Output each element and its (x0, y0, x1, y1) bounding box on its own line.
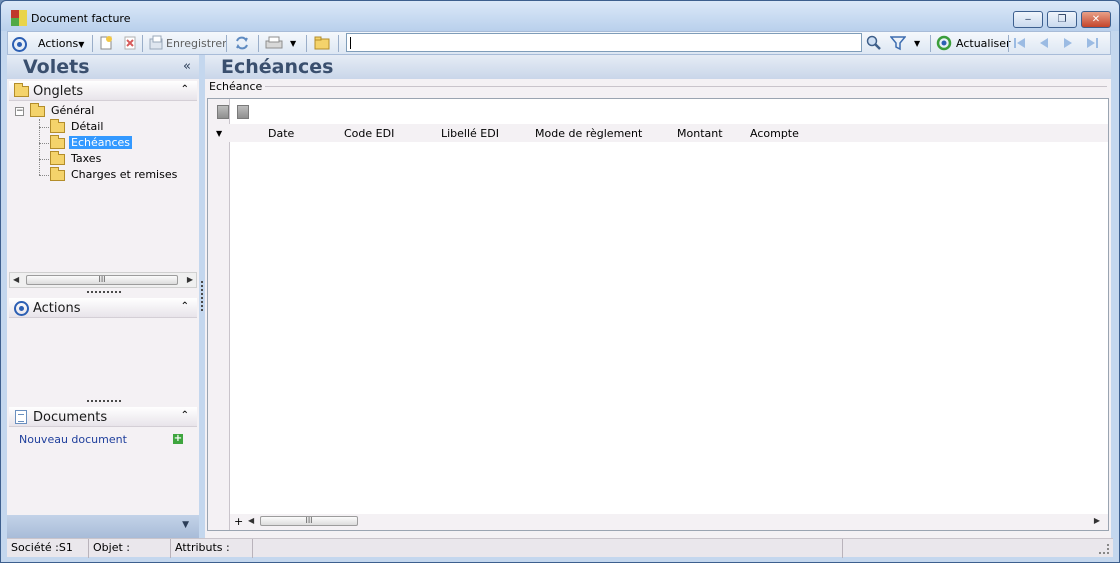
left-pane: Volets « Onglets ⌃ − Général Détail Eché… (7, 55, 199, 538)
collapse-section-icon[interactable]: ⌃ (181, 84, 189, 95)
open-folder-icon (50, 135, 65, 149)
resize-grip-icon[interactable] (1099, 544, 1109, 554)
window-title: Document facture (31, 12, 131, 25)
right-pane: Echéances Echéance ▼ Date Code EDI Libel… (205, 55, 1111, 538)
tree-root[interactable]: Général (51, 104, 94, 117)
chevron-down-icon[interactable]: ▼ (182, 520, 189, 530)
status-bar: Société :S1 Objet : Attributs : (7, 538, 1113, 558)
add-document-icon[interactable]: + (173, 434, 183, 444)
actions-label: Actions (38, 37, 79, 50)
collapse-pane-button[interactable]: « (183, 59, 191, 74)
scroll-right-icon[interactable]: ▶ (187, 275, 193, 284)
new-document-link[interactable]: Nouveau document (19, 433, 127, 446)
column-header-acompte[interactable]: Acompte (750, 127, 799, 140)
folder-icon (14, 83, 29, 97)
collapse-section-icon[interactable]: ⌃ (181, 301, 189, 312)
new-icon[interactable] (98, 35, 114, 51)
title-bar: Document facture ‒ ❐ ✕ (1, 1, 1119, 31)
column-header-libelle-edi[interactable]: Libellé EDI (441, 127, 499, 140)
tree-item-charges[interactable]: Charges et remises (71, 168, 177, 181)
right-pane-header: Echéances (205, 55, 1111, 79)
filter-icon[interactable] (889, 35, 907, 51)
grid-edit-row-icon[interactable] (237, 105, 249, 119)
application-window: Document facture ‒ ❐ ✕ Actions▼ Enregist… (0, 0, 1120, 563)
column-header-montant[interactable]: Montant (677, 127, 723, 140)
scroll-left-icon[interactable]: ◀ (13, 275, 19, 284)
status-attributs: Attributs : (171, 539, 253, 558)
row-selector-column (208, 99, 230, 530)
tabs-section-header[interactable]: Onglets ⌃ (9, 81, 197, 101)
restore-button[interactable]: ❐ (1047, 11, 1077, 28)
search-input[interactable] (346, 33, 862, 52)
scroll-left-icon[interactable]: ◀ (248, 516, 254, 525)
print-dropdown-icon[interactable]: ▼ (290, 35, 296, 52)
scroll-thumb[interactable]: III (260, 516, 358, 526)
folder-icon (30, 103, 45, 117)
folder-icon (50, 119, 65, 133)
first-icon[interactable] (1012, 35, 1028, 51)
main-toolbar: Actions▼ Enregistrer ▼ ▼ Actualiser (7, 31, 1111, 55)
prev-icon[interactable] (1036, 35, 1052, 51)
left-pane-header: Volets « (7, 55, 199, 79)
target-icon (12, 36, 27, 52)
actions-section-header[interactable]: Actions ⌃ (9, 298, 197, 318)
tree-item-taxes[interactable]: Taxes (71, 152, 101, 165)
close-button[interactable]: ✕ (1081, 11, 1111, 28)
document-icon (15, 410, 27, 424)
tree-horizontal-scrollbar[interactable]: ◀ III ▶ (9, 272, 197, 288)
delete-icon[interactable] (122, 35, 138, 51)
tree-collapse-icon[interactable]: − (15, 107, 24, 116)
refresh-icon[interactable] (234, 35, 250, 51)
grid-new-row-icon[interactable] (217, 105, 229, 119)
add-row-button[interactable]: + (234, 515, 243, 528)
next-icon[interactable] (1060, 35, 1076, 51)
splitter-grip[interactable] (87, 400, 121, 403)
scroll-thumb[interactable]: III (26, 275, 178, 285)
folder-icon[interactable] (314, 35, 330, 51)
collapse-section-icon[interactable]: ⌃ (181, 410, 189, 421)
echeances-grid[interactable]: ▼ Date Code EDI Libellé EDI Mode de règl… (207, 98, 1109, 531)
tree-item-echeances[interactable]: Echéances (69, 136, 132, 149)
folder-icon (50, 151, 65, 165)
actions-section-title: Actions (33, 301, 81, 316)
status-objet: Objet : (89, 539, 171, 558)
actions-menu-button[interactable] (12, 35, 27, 52)
column-header-mode-reglement[interactable]: Mode de règlement (535, 127, 642, 140)
refresh-green-icon[interactable] (936, 35, 952, 51)
left-pane-title: Volets (23, 56, 90, 78)
app-icon (11, 10, 27, 26)
documents-section-title: Documents (33, 410, 108, 425)
group-label: Echéance (209, 80, 263, 93)
column-chooser-icon[interactable]: ▼ (216, 129, 222, 138)
minimize-button[interactable]: ‒ (1013, 11, 1043, 28)
save-button[interactable]: Enregistrer (166, 35, 227, 52)
refresh-button[interactable]: Actualiser (956, 35, 1011, 52)
status-societe: Société :S1 (7, 539, 89, 558)
tabs-section-title: Onglets (33, 84, 84, 99)
column-header-code-edi[interactable]: Code EDI (344, 127, 394, 140)
actions-dropdown[interactable]: Actions▼ (38, 35, 84, 52)
grid-header: ▼ Date Code EDI Libellé EDI Mode de règl… (208, 124, 1108, 142)
save-icon[interactable] (148, 35, 164, 51)
print-icon[interactable] (264, 35, 286, 51)
splitter-grip[interactable] (87, 291, 121, 294)
chevron-down-icon: ▼ (78, 40, 85, 49)
tree-item-detail[interactable]: Détail (71, 120, 103, 133)
filter-dropdown-icon[interactable]: ▼ (914, 35, 920, 52)
folder-icon (50, 167, 65, 181)
page-title: Echéances (221, 56, 334, 78)
grid-horizontal-scrollbar[interactable]: + ◀ III ▶ (230, 514, 1108, 530)
documents-section-header[interactable]: Documents ⌃ (9, 407, 197, 427)
column-header-date[interactable]: Date (268, 127, 294, 140)
left-pane-footer: ▼ (7, 515, 199, 538)
last-icon[interactable] (1084, 35, 1100, 51)
target-icon (14, 301, 29, 316)
search-icon[interactable] (866, 35, 882, 51)
status-extra (253, 539, 843, 558)
scroll-right-icon[interactable]: ▶ (1094, 516, 1100, 525)
